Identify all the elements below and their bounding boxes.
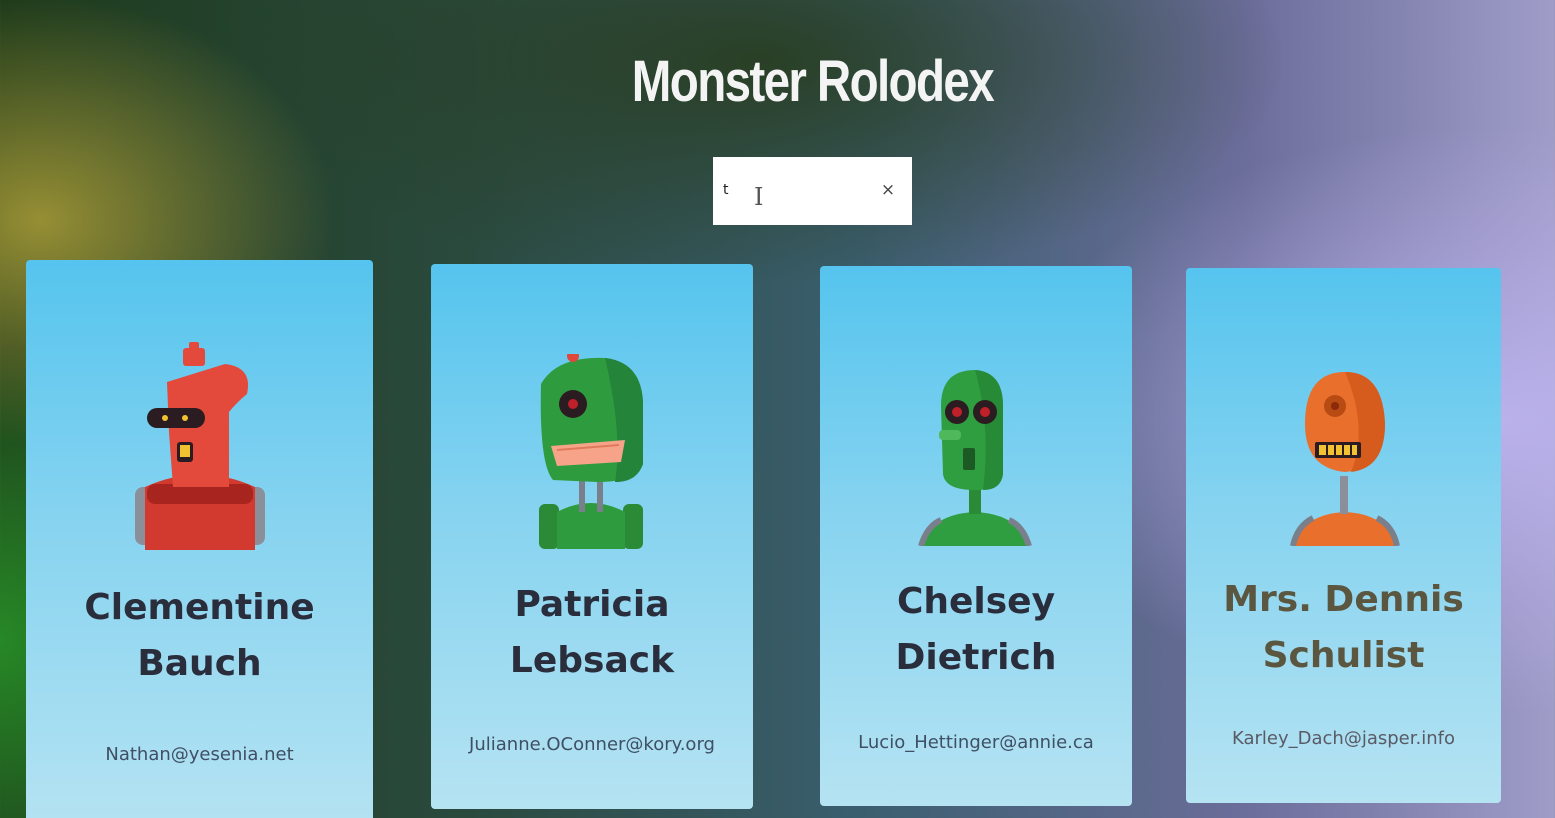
clear-search-button[interactable]: × bbox=[877, 180, 899, 204]
monster-card[interactable]: Clementine Bauch Nathan@yesenia.net bbox=[26, 260, 373, 818]
monster-email: Nathan@yesenia.net bbox=[105, 744, 294, 765]
monster-email: Julianne.OConner@kory.org bbox=[469, 734, 715, 755]
green-robot-icon bbox=[820, 366, 1132, 596]
monster-card[interactable]: Mrs. Dennis Schulist Karley_Dach@jasper.i… bbox=[1186, 268, 1501, 803]
monster-name: Chelsey Dietrich bbox=[895, 581, 1057, 678]
monster-name: Clementine Bauch bbox=[84, 587, 315, 684]
monster-email: Karley_Dach@jasper.info bbox=[1232, 728, 1455, 749]
red-robot-icon bbox=[26, 342, 373, 572]
text-cursor-icon: I bbox=[754, 183, 764, 211]
monster-card[interactable]: Patricia Lebsack Julianne.OConner@kory.or… bbox=[431, 264, 753, 809]
page-title: Monster Rolodex bbox=[631, 49, 995, 114]
monster-card[interactable]: Chelsey Dietrich Lucio_Hettinger@annie.ca bbox=[820, 266, 1132, 806]
monster-email: Lucio_Hettinger@annie.ca bbox=[858, 732, 1094, 753]
monster-name: Mrs. Dennis Schulist bbox=[1223, 579, 1464, 676]
monster-name: Patricia Lebsack bbox=[509, 584, 675, 681]
green-robot-icon bbox=[431, 354, 753, 584]
orange-robot-icon bbox=[1186, 368, 1501, 598]
search-input[interactable] bbox=[723, 175, 873, 205]
